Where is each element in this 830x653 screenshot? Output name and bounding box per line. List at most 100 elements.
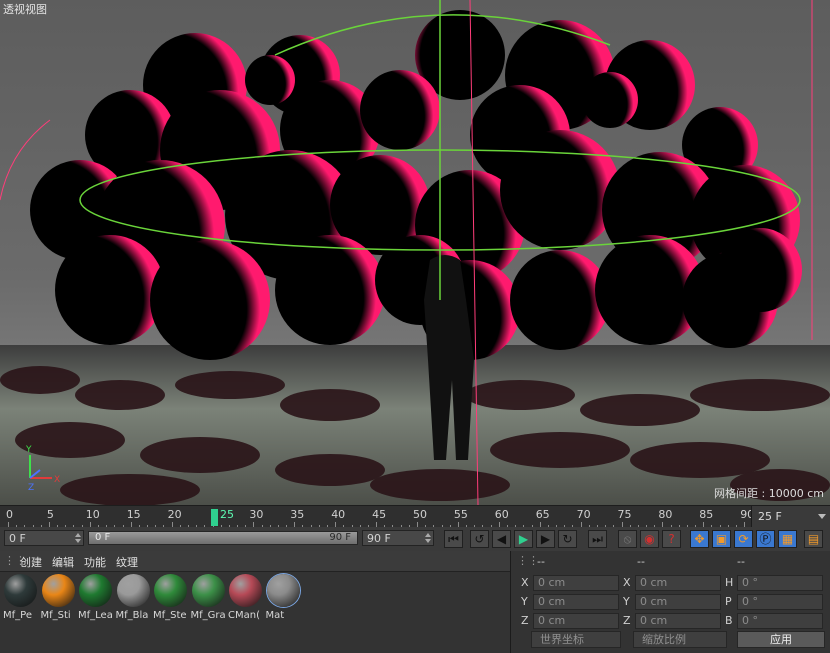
material-swatch[interactable]: Mf_Ste <box>153 573 189 625</box>
world-coords-dropdown[interactable]: 世界坐标 <box>531 631 621 648</box>
keyframe-help-button[interactable]: ? <box>662 530 681 548</box>
axis-x-label: X <box>54 475 60 485</box>
material-name: Mf_Pe <box>3 610 32 621</box>
size-value-field[interactable]: 0 cm <box>635 613 721 629</box>
material-swatch[interactable]: CMan( <box>228 573 264 625</box>
material-preview <box>154 574 187 607</box>
position-axis-label: X <box>521 576 529 589</box>
material-swatch[interactable]: Mf_Gra <box>191 573 227 625</box>
material-name: CMan( <box>228 610 260 621</box>
spinner-icon[interactable] <box>75 533 81 543</box>
sphere-cluster <box>30 10 802 360</box>
skip-end-icon: ⏭ <box>592 532 603 546</box>
next-keyframe-button[interactable]: ↻ <box>558 530 577 548</box>
prev-frame-button[interactable]: ◀ <box>492 530 511 548</box>
size-axis-label: Y <box>623 595 630 608</box>
tick-label: 45 <box>372 508 387 521</box>
viewport-render: Y Z X <box>0 0 830 505</box>
tick-label: 20 <box>167 508 182 521</box>
play-button[interactable]: ▶ <box>514 530 533 548</box>
material-preview <box>229 574 262 607</box>
menu-function[interactable]: 功能 <box>84 554 106 570</box>
move-icon: ✥ <box>694 532 705 546</box>
range-end-label: 90 F <box>329 532 351 543</box>
size-value-field[interactable]: 0 cm <box>635 594 721 610</box>
menu-texture[interactable]: 纹理 <box>116 554 138 570</box>
chevron-down-icon <box>818 514 826 519</box>
timeline-ruler[interactable]: 0 5 10 15 20 30 35 40 45 50 55 60 65 70 75 80 85 90 25 25… <box>0 505 830 528</box>
rotation-axis-label: P <box>725 595 732 608</box>
rotation-value-field[interactable]: 0 ° <box>737 594 823 610</box>
timeline-button[interactable]: ▤ <box>804 530 823 548</box>
rotation-axis-label: H <box>725 576 734 589</box>
go-to-end-button[interactable]: ⏭ <box>588 530 607 548</box>
grid-icon: ▦ <box>781 532 794 546</box>
size-axis-label: Z <box>623 614 631 627</box>
tick-label: 5 <box>46 508 54 521</box>
tick-label: 85 <box>699 508 714 521</box>
param-button[interactable]: Ⓟ <box>756 530 775 548</box>
film-icon: ▤ <box>807 532 820 546</box>
material-preview <box>41 574 75 607</box>
current-frame-label: 25 <box>220 508 234 521</box>
next-frame-button[interactable]: ▶ <box>536 530 555 548</box>
material-swatch[interactable]: Mat <box>266 573 302 625</box>
menu-edit[interactable]: 编辑 <box>52 554 74 570</box>
coordinates-panel: ⋮⋮ -- -- -- X0 cm X 0 cm H 0 ° Y 0 cm Y 0 cm P 0 °… <box>511 551 830 653</box>
position-value-field[interactable]: 0 cm <box>533 575 619 591</box>
material-name: Mf_Ste <box>153 610 187 621</box>
perspective-viewport[interactable]: Y Z X 透视视图 网格间距 : 10000 cm <box>0 0 830 505</box>
position-value-field[interactable]: 0 cm <box>533 594 619 610</box>
rotation-value-field[interactable]: 0 ° <box>737 613 823 629</box>
record-icon: ◉ <box>644 532 655 546</box>
rotation-value-field[interactable]: 0 ° <box>737 575 823 591</box>
scale-icon: ▣ <box>715 532 728 546</box>
preview-range-slider[interactable]: 0 F 90 F <box>88 531 358 545</box>
tick-label: 80 <box>658 508 673 521</box>
question-icon: ? <box>668 532 675 546</box>
scale-tool-button[interactable]: ▣ <box>712 530 731 548</box>
axis-y-label: Y <box>25 445 32 455</box>
tick-label: 10 <box>85 508 100 521</box>
size-axis-label: X <box>623 576 631 589</box>
position-value-field[interactable]: 0 cm <box>533 613 619 629</box>
material-swatch[interactable]: Mf_Lea <box>78 573 114 625</box>
material-preview <box>116 574 150 607</box>
key-button[interactable]: ⦸ <box>618 530 637 548</box>
tick-label: 40 <box>331 508 346 521</box>
rotate-icon: ⟳ <box>738 532 749 546</box>
scale-mode-dropdown[interactable]: 缩放比例 <box>633 631 727 648</box>
auto-key-button[interactable]: ◉ <box>640 530 659 548</box>
prev-keyframe-button[interactable]: ↺ <box>470 530 489 548</box>
step-forward-icon: ▶ <box>540 532 551 546</box>
coords-header-position: -- <box>537 555 545 568</box>
next-key-icon: ↻ <box>562 532 573 546</box>
apply-button[interactable]: 应用 <box>737 631 825 648</box>
playhead[interactable] <box>211 509 218 526</box>
position-axis-label: Y <box>521 595 528 608</box>
size-value-field[interactable]: 0 cm <box>635 575 721 591</box>
material-swatch[interactable]: Mf_Bla <box>116 573 152 625</box>
range-start-label: 0 F <box>95 532 111 543</box>
fps-dropdown[interactable]: 25 F <box>751 506 830 528</box>
rotate-tool-button[interactable]: ⟳ <box>734 530 753 548</box>
key-icon: ⦸ <box>623 532 632 546</box>
move-tool-button[interactable]: ✥ <box>690 530 709 548</box>
material-preview <box>266 574 300 607</box>
go-to-start-button[interactable]: ⏮ <box>444 530 463 548</box>
rotation-axis-label: B <box>725 614 733 627</box>
start-frame-field[interactable]: 0 F <box>4 530 84 546</box>
material-swatch[interactable]: Mf_Pe <box>3 573 39 625</box>
material-name: Mf_Bla <box>115 610 149 621</box>
menu-create[interactable]: 创建 <box>20 554 42 570</box>
tick-label: 70 <box>576 508 591 521</box>
transport-bar: 0 F 0 F 90 F 90 F ⏮ ↺ ◀ ▶ ▶ ↻ ⏭ ⦸ ◉ ? ✥ … <box>0 527 830 552</box>
tick-label: 65 <box>535 508 550 521</box>
material-swatch[interactable]: Mf_Sti <box>41 573 77 625</box>
viewport-title[interactable]: 透视视图 <box>3 1 47 17</box>
point-level-button[interactable]: ▦ <box>778 530 797 548</box>
tick-label: 55 <box>453 508 468 521</box>
spinner-icon[interactable] <box>425 533 431 543</box>
end-frame-field[interactable]: 90 F <box>362 530 434 546</box>
material-name: Mf_Sti <box>40 610 71 621</box>
